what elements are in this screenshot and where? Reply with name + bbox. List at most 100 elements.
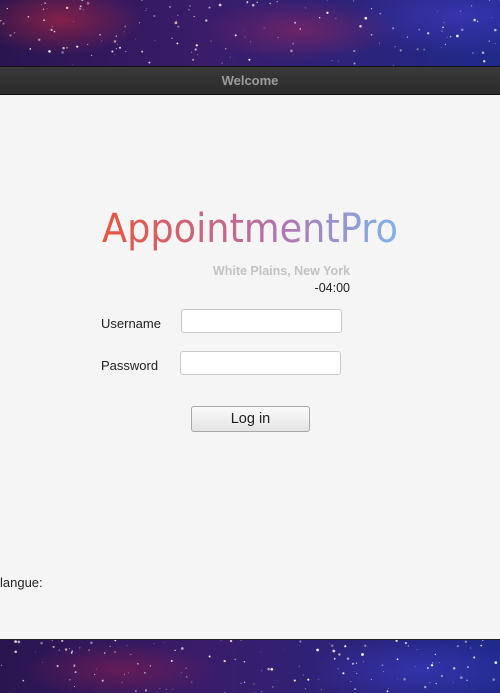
star	[130, 653, 132, 655]
star	[234, 34, 237, 37]
star	[115, 48, 118, 50]
star	[27, 16, 30, 18]
star	[138, 22, 141, 24]
star	[473, 18, 476, 22]
star	[127, 672, 129, 674]
star	[114, 651, 116, 653]
star	[109, 645, 111, 647]
app-logo-graphic: AppointmentPro	[102, 206, 398, 252]
star	[103, 652, 106, 654]
star	[229, 639, 233, 643]
username-field[interactable]	[181, 309, 342, 333]
star	[326, 11, 329, 14]
star	[9, 34, 12, 37]
star	[491, 17, 493, 18]
star	[111, 50, 114, 53]
star	[354, 688, 356, 690]
star	[13, 32, 16, 34]
star	[123, 673, 126, 675]
star	[302, 674, 304, 676]
star	[331, 60, 333, 62]
star	[470, 5, 473, 7]
star	[466, 679, 468, 682]
star	[73, 686, 75, 688]
star	[436, 10, 438, 12]
star	[99, 34, 101, 36]
login-button[interactable]: Log in	[191, 406, 310, 432]
star	[0, 664, 3, 667]
star	[435, 662, 437, 663]
star	[332, 649, 336, 653]
star	[290, 49, 293, 53]
star	[488, 40, 490, 42]
star	[123, 31, 125, 33]
star	[82, 9, 84, 11]
star	[440, 47, 442, 48]
star	[394, 46, 396, 48]
star	[392, 27, 395, 30]
star	[71, 650, 74, 653]
star	[40, 4, 42, 5]
star	[351, 662, 355, 665]
star	[64, 648, 68, 651]
star	[144, 671, 146, 674]
password-field[interactable]	[180, 351, 341, 375]
star	[364, 644, 367, 647]
star	[17, 640, 21, 644]
star	[113, 40, 117, 43]
star	[223, 659, 226, 663]
star	[317, 678, 319, 680]
star	[260, 670, 262, 672]
star	[195, 44, 198, 47]
star	[269, 2, 272, 5]
star	[72, 63, 74, 65]
star	[194, 48, 197, 51]
star	[480, 644, 483, 647]
star	[298, 645, 300, 646]
star	[346, 657, 350, 660]
star	[153, 643, 155, 644]
star	[29, 48, 32, 50]
star	[399, 49, 402, 52]
star	[86, 1, 90, 5]
language-label: langue:	[0, 575, 43, 590]
star	[353, 49, 356, 53]
star	[177, 14, 179, 16]
star	[159, 687, 161, 690]
star	[240, 640, 242, 641]
star	[381, 664, 384, 667]
star	[73, 21, 74, 23]
star	[244, 36, 246, 38]
star	[46, 8, 48, 10]
star	[333, 657, 336, 660]
star	[87, 43, 89, 46]
star	[464, 640, 468, 644]
star	[363, 661, 365, 663]
star	[442, 26, 444, 29]
star	[440, 674, 443, 678]
star	[74, 671, 77, 674]
star	[473, 656, 476, 659]
star	[246, 0, 249, 3]
star	[191, 681, 193, 683]
star	[416, 48, 419, 51]
star	[174, 649, 176, 652]
star	[191, 51, 193, 53]
star	[482, 59, 486, 63]
star	[452, 682, 454, 683]
star	[330, 644, 334, 648]
star	[364, 16, 368, 20]
star	[246, 2, 248, 5]
star	[253, 683, 255, 685]
star	[37, 38, 41, 42]
star	[221, 62, 223, 64]
star	[177, 25, 180, 28]
star	[165, 688, 168, 691]
star	[136, 662, 139, 665]
star	[430, 664, 434, 667]
star	[256, 1, 258, 4]
star	[370, 678, 372, 680]
star	[188, 9, 190, 11]
star	[337, 60, 339, 62]
star	[444, 43, 447, 46]
